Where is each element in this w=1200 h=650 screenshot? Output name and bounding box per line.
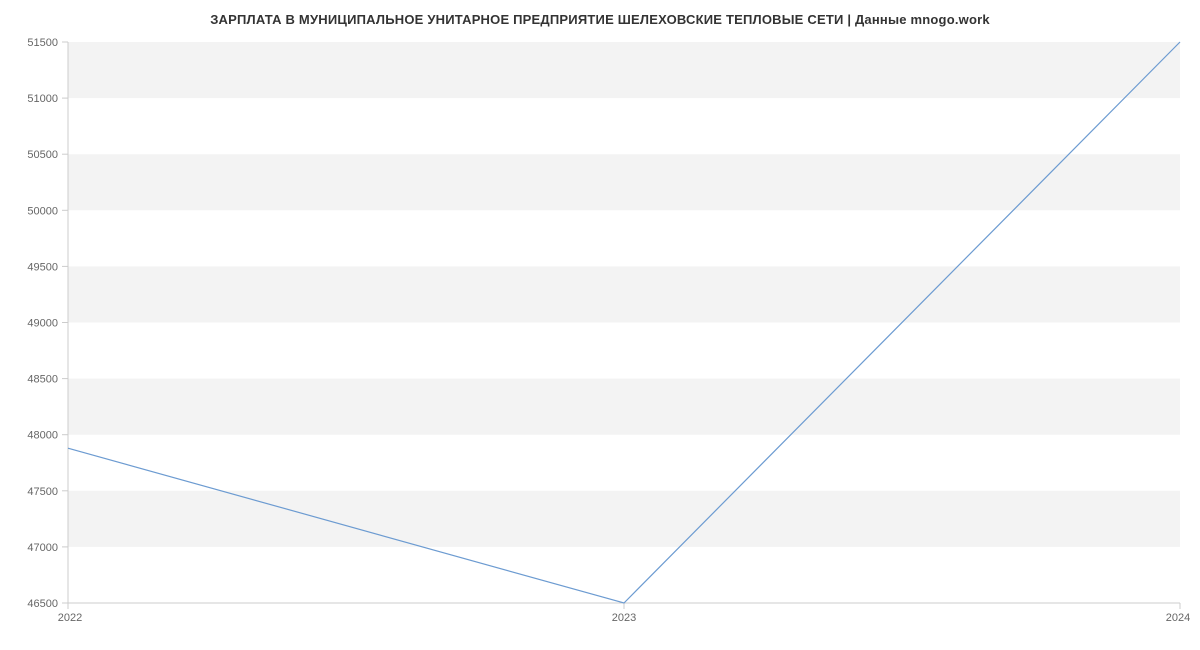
svg-text:49000: 49000 xyxy=(27,318,58,330)
svg-text:50000: 50000 xyxy=(27,205,58,217)
svg-text:51000: 51000 xyxy=(27,93,58,105)
svg-text:2024: 2024 xyxy=(1166,612,1190,624)
line-chart: 46500 47000 47500 48000 48500 49000 49500 50000… xyxy=(0,0,1200,650)
svg-text:51500: 51500 xyxy=(27,37,58,49)
svg-text:2023: 2023 xyxy=(612,612,636,624)
svg-text:49500: 49500 xyxy=(27,261,58,273)
svg-text:50500: 50500 xyxy=(27,149,58,161)
svg-text:48000: 48000 xyxy=(27,430,58,442)
svg-text:48500: 48500 xyxy=(27,374,58,386)
svg-text:47500: 47500 xyxy=(27,486,58,498)
svg-text:47000: 47000 xyxy=(27,542,58,554)
svg-text:46500: 46500 xyxy=(27,598,58,610)
svg-text:2022: 2022 xyxy=(58,612,82,624)
